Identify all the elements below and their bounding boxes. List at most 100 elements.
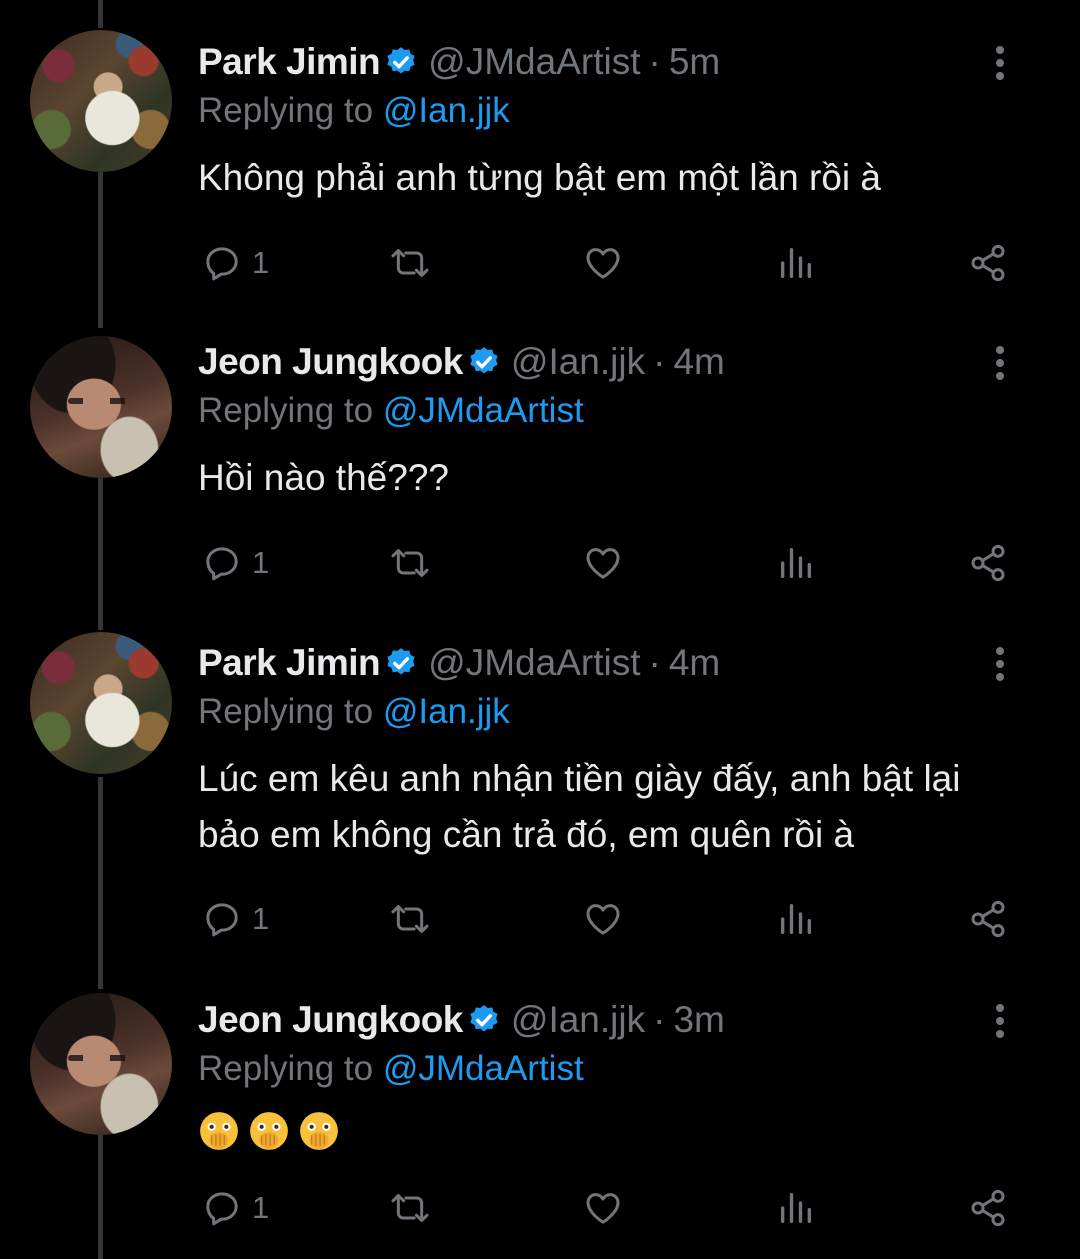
heart-icon [586, 904, 620, 935]
share-icon [971, 1189, 1005, 1227]
tweet-text: Hồi nào thế??? [198, 457, 449, 498]
replying-mention[interactable]: @JMdaArtist [383, 1049, 584, 1088]
views-button[interactable] [776, 894, 816, 944]
verified-badge-icon [470, 347, 498, 374]
tweet-actions: 1 [198, 1183, 1018, 1233]
replying-prefix: Replying to [198, 91, 374, 130]
separator: · [653, 341, 666, 382]
replying-mention[interactable]: @Ian.jjk [383, 692, 510, 731]
face-with-open-eyes-and-hand-over-mouth-icon [200, 1112, 238, 1150]
more-vertical-icon[interactable] [980, 342, 1020, 384]
like-button[interactable] [582, 238, 624, 288]
heart-icon [586, 1193, 620, 1224]
tweet-emoji [198, 1110, 1020, 1152]
replying-to: Replying to @JMdaArtist [198, 386, 1020, 436]
views-button[interactable] [776, 538, 816, 588]
replying-mention[interactable]: @Ian.jjk [383, 91, 510, 130]
more-vertical-icon[interactable] [980, 643, 1020, 685]
retweet-button[interactable] [388, 894, 432, 944]
retweet-icon [391, 1194, 429, 1222]
avatar[interactable] [30, 993, 172, 1135]
verified-badge-icon [387, 648, 415, 675]
share-icon [971, 544, 1005, 582]
author-name[interactable]: Jeon Jungkook [198, 996, 463, 1044]
reply-count: 1 [252, 245, 270, 280]
like-button[interactable] [582, 1183, 624, 1233]
thread-line [98, 1135, 103, 1259]
avatar[interactable] [30, 30, 172, 172]
reply-count: 1 [252, 901, 270, 936]
reply-count: 1 [252, 545, 270, 580]
replying-mention[interactable]: @JMdaArtist [383, 391, 584, 430]
reply-icon [206, 247, 238, 281]
author-handle[interactable]: @JMdaArtist [428, 639, 640, 687]
like-button[interactable] [582, 538, 624, 588]
views-button[interactable] [776, 1183, 816, 1233]
heart-icon [586, 248, 620, 279]
tweet-actions: 1 [198, 538, 1018, 588]
reply-icon [206, 1192, 238, 1226]
reply-button[interactable]: 1 [202, 538, 269, 588]
views-icon [781, 248, 811, 278]
retweet-button[interactable] [388, 538, 432, 588]
thread-line-top [98, 0, 103, 28]
timestamp[interactable]: 4m [669, 639, 720, 687]
tweet-header: Park Jimin @JMdaArtist · 5m [198, 38, 1020, 86]
more-vertical-icon[interactable] [980, 1000, 1020, 1042]
more-vertical-icon[interactable] [980, 42, 1020, 84]
tweet-actions: 1 [198, 238, 1018, 288]
author-name[interactable]: Jeon Jungkook [198, 338, 463, 386]
reply-icon [206, 903, 238, 937]
separator: · [648, 41, 661, 82]
tweet-text: Lúc em kêu anh nhận tiền giày đấy, anh b… [198, 758, 971, 855]
share-button[interactable] [968, 538, 1008, 588]
face-with-open-eyes-and-hand-over-mouth-icon [250, 1112, 288, 1150]
like-button[interactable] [582, 894, 624, 944]
timestamp[interactable]: 5m [669, 38, 720, 86]
views-icon [781, 904, 811, 934]
replying-prefix: Replying to [198, 391, 374, 430]
avatar[interactable] [30, 336, 172, 478]
heart-icon [586, 548, 620, 579]
verified-badge-icon [387, 47, 415, 74]
separator: · [648, 642, 661, 683]
author-handle[interactable]: @Ian.jjk [511, 338, 645, 386]
views-icon [781, 1193, 811, 1223]
share-button[interactable] [968, 894, 1008, 944]
retweet-icon [391, 905, 429, 933]
reply-button[interactable]: 1 [202, 238, 269, 288]
face-with-open-eyes-and-hand-over-mouth-icon [300, 1112, 338, 1150]
reply-button[interactable]: 1 [202, 894, 269, 944]
share-button[interactable] [968, 1183, 1008, 1233]
author-handle[interactable]: @Ian.jjk [511, 996, 645, 1044]
replying-prefix: Replying to [198, 692, 374, 731]
retweet-icon [391, 249, 429, 277]
thread-line [98, 172, 103, 328]
verified-badge-icon [470, 1005, 498, 1032]
share-icon [971, 900, 1005, 938]
author-handle[interactable]: @JMdaArtist [428, 38, 640, 86]
timestamp[interactable]: 3m [673, 996, 724, 1044]
author-name[interactable]: Park Jimin [198, 38, 381, 86]
tweet-text: Không phải anh từng bật em một lần rồi à [198, 157, 881, 198]
retweet-button[interactable] [388, 238, 432, 288]
retweet-button[interactable] [388, 1183, 432, 1233]
thread-line [98, 777, 103, 989]
views-button[interactable] [776, 238, 816, 288]
avatar[interactable] [30, 632, 172, 774]
replying-prefix: Replying to [198, 1049, 374, 1088]
replying-to: Replying to @Ian.jjk [198, 86, 1020, 136]
author-name[interactable]: Park Jimin [198, 639, 381, 687]
reply-count: 1 [252, 1190, 270, 1225]
share-button[interactable] [968, 238, 1008, 288]
reply-icon [206, 547, 238, 581]
tweet-header: Jeon Jungkook @Ian.jjk · 3m [198, 996, 1020, 1044]
replying-to: Replying to @Ian.jjk [198, 687, 1020, 737]
reply-button[interactable]: 1 [202, 1183, 269, 1233]
views-icon [781, 548, 811, 578]
thread-line [98, 478, 103, 630]
timestamp[interactable]: 4m [673, 338, 724, 386]
tweet-actions: 1 [198, 894, 1018, 944]
replying-to: Replying to @JMdaArtist [198, 1044, 1020, 1094]
tweet-header: Jeon Jungkook @Ian.jjk · 4m [198, 338, 1020, 386]
